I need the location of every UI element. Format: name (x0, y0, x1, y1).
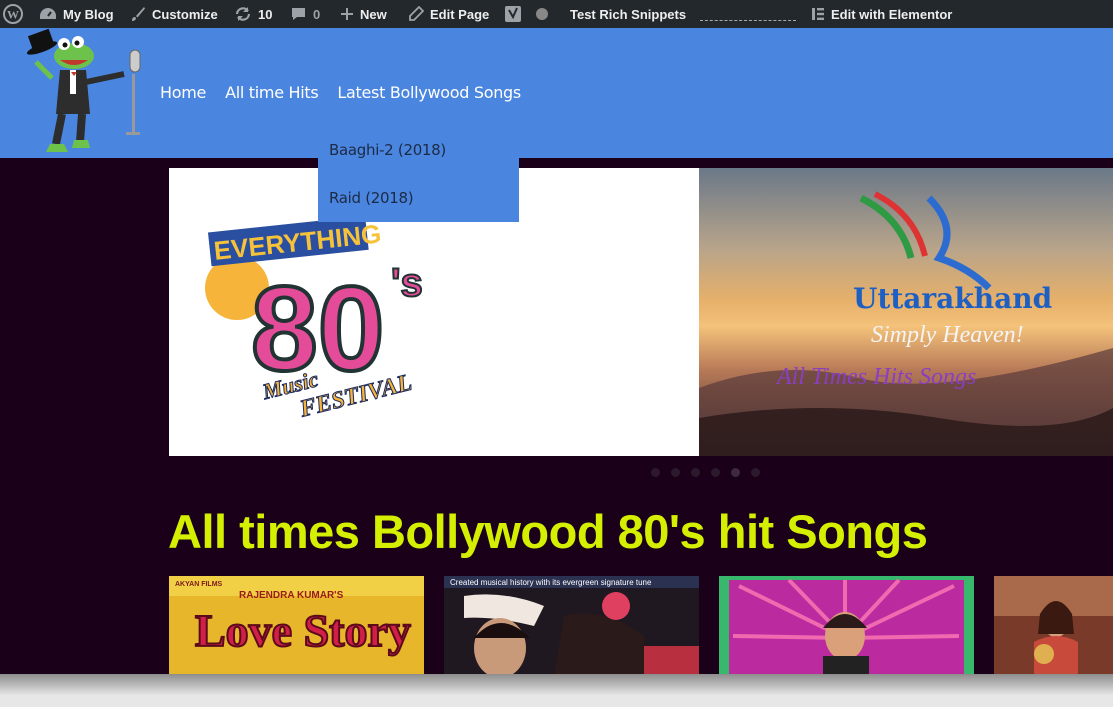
updates-link[interactable]: 10 (234, 0, 272, 28)
new-content-menu[interactable]: New (340, 0, 387, 28)
hero-slider: EVERYTHING 80 's Music FESTIVAL Uttarakh… (169, 168, 1113, 456)
plus-icon (341, 8, 353, 20)
site-name-menu[interactable]: My Blog (39, 0, 114, 28)
page-bottom-shadow (0, 674, 1113, 707)
nav-item-home[interactable]: Home (160, 83, 206, 102)
seo-status-dot-icon (536, 8, 548, 20)
admin-search-field[interactable] (700, 20, 796, 21)
yoast-seo-menu[interactable] (505, 0, 549, 28)
comments-link[interactable]: 0 (290, 0, 320, 28)
submenu-item-baaghi-2[interactable]: Baaghi-2 (2018) (329, 141, 446, 159)
slider-pagination (651, 468, 760, 477)
svg-text:Love Story: Love Story (195, 605, 411, 656)
slide-uttarakhand[interactable]: Uttarakhand Simply Heaven! All Times Hit… (699, 168, 1113, 456)
slider-dot-active[interactable] (731, 468, 740, 477)
edit-page-link[interactable]: Edit Page (408, 0, 489, 28)
slider-dot[interactable] (651, 468, 660, 477)
edit-page-label: Edit Page (430, 6, 490, 22)
submenu-item-raid[interactable]: Raid (2018) (329, 189, 414, 207)
nav-submenu-latest-songs: Baaghi-2 (2018) Raid (2018) (318, 126, 519, 222)
pencil-icon (409, 6, 424, 21)
section-title: All times Bollywood 80's hit Songs (168, 505, 928, 558)
site-header: Home All time Hits Latest Bollywood Song… (0, 28, 1113, 158)
rich-snippets-link[interactable]: Test Rich Snippets (570, 0, 686, 28)
wordpress-logo-icon[interactable]: W (3, 0, 23, 28)
shadow-gradient (0, 674, 1113, 696)
elementor-link[interactable]: Edit with Elementor (811, 0, 952, 28)
svg-text:Created musical history with i: Created musical history with its evergre… (450, 578, 652, 587)
customize-label: Customize (152, 6, 218, 22)
wp-admin-bar: W My Blog Customize 10 0 New Edit Page T… (0, 0, 1113, 28)
love-story-poster-icon: AKYAN FILMS RAJENDRA KUMAR'S Love Story (169, 576, 424, 674)
svg-text:'s: 's (391, 261, 423, 305)
slider-dot[interactable] (691, 468, 700, 477)
elementor-label: Edit with Elementor (831, 6, 953, 22)
album-poster-2-icon: Created musical history with its evergre… (444, 576, 699, 674)
site-name-label: My Blog (63, 6, 114, 22)
album-card[interactable] (719, 576, 974, 674)
svg-text:All Times Hits Songs: All Times Hits Songs (775, 364, 976, 390)
svg-text:80: 80 (251, 262, 384, 396)
album-card[interactable]: Created musical history with its evergre… (444, 576, 699, 674)
update-icon (235, 7, 251, 21)
svg-text:Simply Heaven!: Simply Heaven! (871, 322, 1024, 348)
elementor-icon (812, 8, 824, 20)
album-card[interactable]: AKYAN FILMS RAJENDRA KUMAR'S Love Story (169, 576, 424, 674)
rich-snippets-label: Test Rich Snippets (570, 6, 687, 22)
slider-dot[interactable] (711, 468, 720, 477)
album-poster-3-icon (719, 576, 974, 674)
frog-singer-logo-icon (26, 28, 141, 152)
paintbrush-icon (132, 7, 145, 21)
svg-text:W: W (7, 8, 19, 22)
svg-text:RAJENDRA KUMAR'S: RAJENDRA KUMAR'S (239, 590, 344, 601)
svg-text:Uttarakhand: Uttarakhand (853, 282, 1052, 315)
nav-item-all-time-hits[interactable]: All time Hits (225, 83, 319, 102)
updates-count: 10 (258, 6, 273, 22)
new-label: New (360, 6, 387, 22)
site-logo[interactable] (12, 28, 152, 158)
slider-dot[interactable] (751, 468, 760, 477)
main-navigation: Home All time Hits Latest Bollywood Song… (160, 83, 540, 102)
yoast-icon (505, 6, 521, 22)
comments-count: 0 (313, 6, 321, 22)
svg-text:AKYAN FILMS: AKYAN FILMS (175, 581, 223, 588)
dashboard-icon (40, 8, 56, 19)
customize-link[interactable]: Customize (130, 0, 218, 28)
uttarakhand-artwork-icon: Uttarakhand Simply Heaven! All Times Hit… (699, 191, 1113, 456)
album-poster-4-icon (994, 576, 1113, 674)
comment-icon (292, 8, 305, 20)
slider-dot[interactable] (671, 468, 680, 477)
album-card[interactable] (994, 576, 1113, 674)
nav-item-latest-bollywood-songs[interactable]: Latest Bollywood Songs (337, 83, 521, 102)
